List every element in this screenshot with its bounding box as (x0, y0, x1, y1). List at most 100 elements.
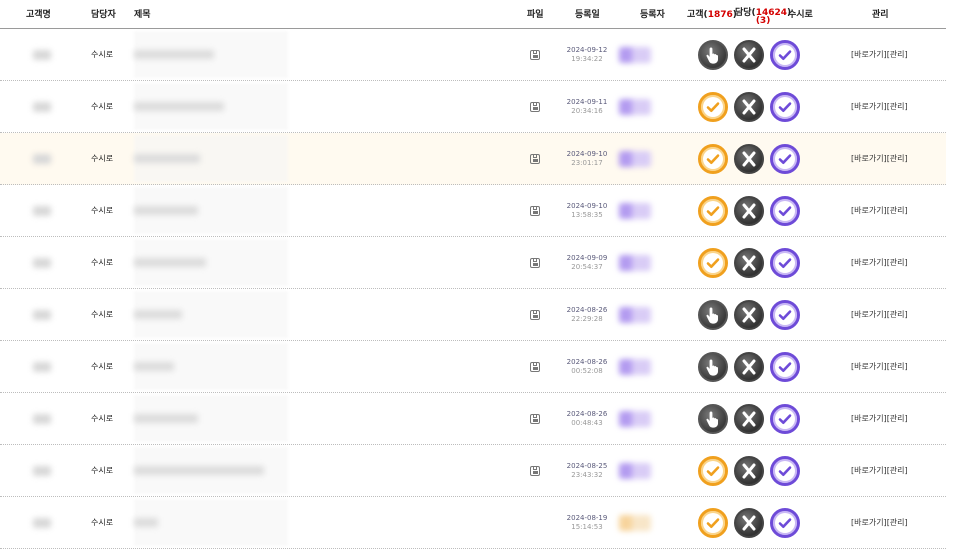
x-circle-icon[interactable] (734, 39, 764, 70)
registrant (619, 393, 651, 444)
table-row[interactable]: 수시로 2024-08-26 00:48:43 [바로가기] [관리] (0, 393, 946, 445)
goto-link[interactable]: [바로가기] (851, 517, 887, 528)
x-circle-icon[interactable] (734, 247, 764, 278)
floppy-icon[interactable] (530, 309, 540, 320)
admin-link[interactable]: [관리] (887, 517, 908, 528)
admin-link[interactable]: [관리] (887, 361, 908, 372)
admin-link[interactable]: [관리] (887, 465, 908, 476)
header-manager: 담당자 (91, 10, 116, 20)
x-circle-icon[interactable] (734, 455, 764, 486)
check-circle-purple-icon[interactable] (770, 91, 800, 122)
manager-name: 수시로 (91, 414, 114, 423)
check-circle-purple-icon[interactable] (770, 455, 800, 486)
admin-link[interactable]: [관리] (887, 205, 908, 216)
floppy-icon[interactable] (530, 49, 540, 60)
hand-pointer-icon[interactable] (698, 39, 728, 70)
goto-link[interactable]: [바로가기] (851, 49, 887, 60)
check-circle-orange-icon[interactable] (698, 91, 728, 122)
table-row[interactable]: 수시로 2024-08-25 23:43:32 [바로가기] [관리] (0, 445, 946, 497)
goto-link[interactable]: [바로가기] (851, 205, 887, 216)
post-title[interactable] (134, 393, 198, 444)
customer-name (30, 393, 54, 444)
reg-date: 2024-09-11 20:34:16 (566, 97, 608, 115)
goto-link[interactable]: [바로가기] (851, 101, 887, 112)
x-circle-icon[interactable] (734, 143, 764, 174)
x-circle-icon[interactable] (734, 299, 764, 330)
reg-date: 2024-08-25 23:43:32 (566, 461, 608, 479)
post-title[interactable] (134, 185, 198, 236)
check-circle-purple-icon[interactable] (770, 195, 800, 226)
table-row[interactable]: 수시로 2024-09-10 13:58:35 [바로가기] [관리] (0, 185, 946, 237)
admin-link[interactable]: [관리] (887, 49, 908, 60)
header-customer-count[interactable]: 고객(1876) (687, 7, 737, 20)
table-row[interactable]: 수시로 2024-09-09 20:54:37 [바로가기] [관리] (0, 237, 946, 289)
table-row[interactable]: 수시로 2024-08-19 15:14:53 [바로가기] [관리] (0, 497, 946, 549)
check-circle-orange-icon[interactable] (698, 455, 728, 486)
goto-link[interactable]: [바로가기] (851, 153, 887, 164)
admin-link[interactable]: [관리] (887, 153, 908, 164)
post-title[interactable] (134, 81, 224, 132)
table-row[interactable]: 수시로 2024-09-12 19:34:22 [바로가기] [관리] (0, 29, 946, 81)
goto-link[interactable]: [바로가기] (851, 309, 887, 320)
check-circle-orange-icon[interactable] (698, 507, 728, 538)
table-row[interactable]: 수시로 2024-09-10 23:01:17 [바로가기] [관리] (0, 133, 946, 185)
floppy-icon[interactable] (530, 153, 540, 164)
post-title[interactable] (134, 237, 206, 288)
check-circle-purple-icon[interactable] (770, 351, 800, 382)
admin-link[interactable]: [관리] (887, 309, 908, 320)
status-buttons (698, 289, 806, 340)
goto-link[interactable]: [바로가기] (851, 361, 887, 372)
post-title[interactable] (134, 445, 264, 496)
x-circle-icon[interactable] (734, 91, 764, 122)
floppy-icon[interactable] (530, 205, 540, 216)
floppy-icon[interactable] (530, 101, 540, 112)
registrant (619, 237, 651, 288)
post-title[interactable] (134, 29, 214, 80)
floppy-icon[interactable] (530, 257, 540, 268)
table-row[interactable]: 수시로 2024-08-26 22:29:28 [바로가기] [관리] (0, 289, 946, 341)
floppy-icon[interactable] (530, 413, 540, 424)
file-cell (529, 29, 541, 80)
floppy-icon[interactable] (530, 361, 540, 372)
check-circle-purple-icon[interactable] (770, 39, 800, 70)
registrant (619, 185, 651, 236)
post-title[interactable] (134, 497, 158, 548)
admin-link[interactable]: [관리] (887, 257, 908, 268)
table-row[interactable]: 수시로 2024-08-26 00:52:08 [바로가기] [관리] (0, 341, 946, 393)
file-cell (529, 445, 541, 496)
goto-link[interactable]: [바로가기] (851, 465, 887, 476)
admin-link[interactable]: [관리] (887, 413, 908, 424)
reg-date: 2024-09-10 23:01:17 (566, 149, 608, 167)
x-circle-icon[interactable] (734, 507, 764, 538)
hand-pointer-icon[interactable] (698, 351, 728, 382)
goto-link[interactable]: [바로가기] (851, 257, 887, 268)
floppy-icon[interactable] (530, 465, 540, 476)
header-receive[interactable]: 수시로 (788, 7, 813, 20)
x-circle-icon[interactable] (734, 195, 764, 226)
manager-name: 수시로 (91, 50, 114, 59)
hand-pointer-icon[interactable] (698, 299, 728, 330)
check-circle-purple-icon[interactable] (770, 247, 800, 278)
check-circle-orange-icon[interactable] (698, 195, 728, 226)
table-row[interactable]: 수시로 2024-09-11 20:34:16 [바로가기] [관리] (0, 81, 946, 133)
check-circle-orange-icon[interactable] (698, 143, 728, 174)
x-circle-icon[interactable] (734, 403, 764, 434)
x-circle-icon[interactable] (734, 351, 764, 382)
check-circle-orange-icon[interactable] (698, 247, 728, 278)
manager-name: 수시로 (91, 258, 114, 267)
file-cell (529, 289, 541, 340)
check-circle-purple-icon[interactable] (770, 507, 800, 538)
reg-date: 2024-08-26 00:52:08 (566, 357, 608, 375)
check-circle-purple-icon[interactable] (770, 299, 800, 330)
goto-link[interactable]: [바로가기] (851, 413, 887, 424)
manager-name: 수시로 (91, 102, 114, 111)
hand-pointer-icon[interactable] (698, 403, 728, 434)
check-circle-purple-icon[interactable] (770, 143, 800, 174)
post-title[interactable] (134, 133, 200, 184)
header-manager-count[interactable]: 담당(14624) (3) (735, 5, 791, 26)
check-circle-purple-icon[interactable] (770, 403, 800, 434)
admin-link[interactable]: [관리] (887, 101, 908, 112)
file-cell (529, 133, 541, 184)
post-title[interactable] (134, 289, 182, 340)
post-title[interactable] (134, 341, 174, 392)
